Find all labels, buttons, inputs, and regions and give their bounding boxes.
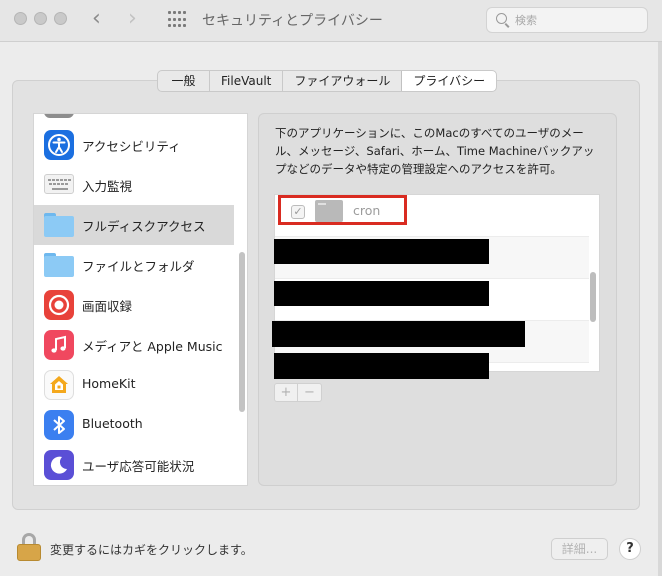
sidebar-item-focus-status[interactable]: ユーザ応答可能状況	[34, 445, 234, 485]
tab-filevault[interactable]: FileVault	[210, 71, 284, 91]
sidebar-item-files-and-folders[interactable]: ファイルとフォルダ	[34, 245, 234, 285]
folder-icon	[44, 253, 74, 277]
add-app-button[interactable]: +	[275, 384, 298, 401]
homekit-icon	[44, 370, 74, 400]
sidebar-scrollbar-thumb[interactable]	[239, 252, 245, 412]
redaction-bar	[274, 281, 489, 306]
description-text: 下のアプリケーションに、このMacのすべてのユーザのメール、メッセージ、Safa…	[275, 126, 595, 176]
sidebar-item-full-disk-access[interactable]: フルディスクアクセス	[34, 205, 234, 245]
screen-record-icon	[44, 290, 74, 320]
bluetooth-icon	[44, 410, 74, 440]
sidebar-item-label: メディアと Apple Music	[82, 339, 223, 354]
chevron-left-icon[interactable]: ‹	[92, 6, 101, 32]
zoom-window-button[interactable]	[54, 12, 67, 25]
sidebar-item-screen-recording[interactable]: 画面収録	[34, 285, 234, 325]
remove-app-button[interactable]: −	[298, 384, 321, 401]
sidebar-item-label: 入力監視	[82, 179, 133, 194]
sidebar-item-media-apple-music[interactable]: メディアと Apple Music	[34, 325, 234, 365]
search-icon	[496, 13, 507, 24]
sidebar-item-label: ユーザ応答可能状況	[82, 459, 195, 474]
redaction-bar	[274, 239, 489, 264]
help-button[interactable]: ?	[619, 538, 641, 560]
moon-icon	[44, 450, 74, 480]
add-remove-control: + −	[274, 383, 322, 402]
advanced-button[interactable]: 詳細...	[551, 538, 608, 560]
sidebar-item-label: アクセシビリティ	[82, 139, 181, 154]
folder-icon	[44, 213, 74, 237]
search-field[interactable]	[486, 7, 648, 33]
close-window-button[interactable]	[14, 12, 27, 25]
tab-bar: 一般 FileVault ファイアウォール プライバシー	[157, 70, 498, 92]
keyboard-icon	[44, 174, 74, 194]
window-edge	[658, 42, 662, 576]
highlight-box	[278, 195, 407, 225]
redaction-bar	[274, 353, 489, 379]
sidebar-item-label: ファイルとフォルダ	[82, 259, 195, 274]
redaction-bar	[272, 321, 525, 347]
chevron-right-icon[interactable]: ›	[128, 6, 137, 32]
privacy-category-list[interactable]: アクセシビリティ 入力監視 フルディスクアクセス ファイルとフォルダ 画面収録 …	[33, 113, 248, 486]
music-icon	[44, 330, 74, 360]
sidebar-item-label: 画面収録	[82, 299, 133, 314]
sidebar-item-accessibility[interactable]: アクセシビリティ	[34, 125, 234, 165]
sidebar-item-label: HomeKit	[82, 376, 136, 391]
tab-privacy[interactable]: プライバシー	[402, 71, 497, 91]
partial-list-item	[44, 114, 74, 118]
window-title: セキュリティとプライバシー	[202, 13, 383, 29]
sidebar-item-input-monitoring[interactable]: 入力監視	[34, 165, 234, 205]
lock-instruction: 変更するにはカギをクリックします。	[50, 543, 253, 557]
search-input[interactable]	[515, 12, 640, 28]
accessibility-icon	[44, 130, 74, 160]
sidebar-item-bluetooth[interactable]: Bluetooth	[34, 405, 234, 445]
sidebar-item-label: Bluetooth	[82, 416, 143, 431]
sidebar-item-label: フルディスクアクセス	[82, 219, 206, 234]
title-bar: ‹ › セキュリティとプライバシー	[0, 0, 662, 42]
app-list-scrollbar-thumb[interactable]	[590, 272, 596, 322]
tab-firewall[interactable]: ファイアウォール	[283, 71, 403, 91]
lock-icon[interactable]	[17, 533, 41, 561]
show-all-grid-icon[interactable]	[168, 11, 186, 29]
minimize-window-button[interactable]	[34, 12, 47, 25]
tab-general[interactable]: 一般	[158, 71, 210, 91]
sidebar-item-homekit[interactable]: HomeKit	[34, 365, 234, 405]
